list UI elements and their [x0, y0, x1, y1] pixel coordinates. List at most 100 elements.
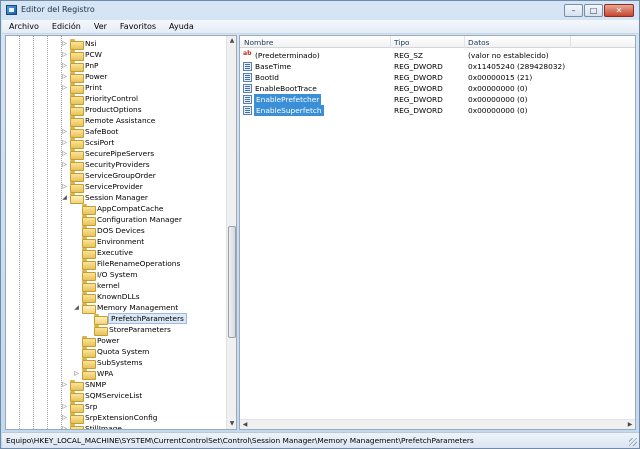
tree-item-label: kernel: [97, 281, 120, 290]
tree-item[interactable]: Configuration Manager: [6, 214, 226, 226]
folder-icon: [70, 402, 84, 413]
folder-icon: [70, 116, 84, 127]
tree-item[interactable]: ▷ Nsi: [6, 38, 226, 50]
minimize-button[interactable]: –: [564, 4, 583, 17]
tree-item[interactable]: Remote Assistance: [6, 115, 226, 127]
tree-vertical-scrollbar[interactable]: ▲ ▼: [226, 36, 236, 429]
value-row[interactable]: EnableSuperfetch REG_DWORD 0x00000000 (0): [240, 105, 635, 116]
menu-ayuda[interactable]: Ayuda: [162, 20, 200, 33]
tree-item[interactable]: PriorityControl: [6, 93, 226, 105]
tree-scroll-thumb[interactable]: [228, 226, 236, 338]
value-data: 0x00000000 (0): [468, 106, 528, 115]
expand-arrow-icon[interactable]: ▷: [61, 84, 68, 91]
tree-item[interactable]: I/O System: [6, 269, 226, 281]
column-header-data[interactable]: Datos: [468, 38, 490, 47]
value-row[interactable]: ab (Predeterminado) REG_SZ (valor no establ…: [240, 50, 635, 61]
tree-item[interactable]: KnownDLLs: [6, 291, 226, 303]
value-row[interactable]: BaseTime REG_DWORD 0x11405240 (289428032): [240, 61, 635, 72]
registry-editor-icon: [6, 5, 17, 15]
tree-item[interactable]: ▷ Print: [6, 82, 226, 94]
close-button[interactable]: ✕: [604, 4, 634, 17]
expand-arrow-icon[interactable]: ▷: [61, 128, 68, 135]
menu-edicion[interactable]: Edición: [45, 20, 87, 33]
folder-icon: [70, 94, 84, 105]
menu-favoritos[interactable]: Favoritos: [113, 20, 162, 33]
expand-arrow-icon[interactable]: ▷: [61, 51, 68, 58]
value-row[interactable]: BootId REG_DWORD 0x00000015 (21): [240, 72, 635, 83]
value-row[interactable]: EnableBootTrace REG_DWORD 0x00000000 (0): [240, 83, 635, 94]
tree-item[interactable]: FileRenameOperations: [6, 258, 226, 270]
expand-arrow-icon[interactable]: ▷: [61, 150, 68, 157]
expand-arrow-icon[interactable]: ▷: [61, 425, 68, 429]
tree-item[interactable]: AppCompatCache: [6, 203, 226, 215]
tree-item[interactable]: ◢ Memory Management: [6, 302, 226, 314]
values-list-header: Nombre Tipo Datos: [240, 36, 635, 48]
expand-arrow-icon[interactable]: ▷: [73, 370, 80, 377]
column-divider[interactable]: [390, 36, 391, 48]
expand-arrow-icon[interactable]: ▷: [61, 183, 68, 190]
expand-arrow-icon[interactable]: ▷: [61, 40, 68, 47]
tree-item[interactable]: Environment: [6, 236, 226, 248]
tree-item[interactable]: Executive: [6, 247, 226, 259]
tree-item[interactable]: ▷ SecurePipeServers: [6, 148, 226, 160]
expand-arrow-icon: [61, 392, 68, 399]
column-divider[interactable]: [464, 36, 465, 48]
tree-item[interactable]: ▷ SafeBoot: [6, 126, 226, 138]
tree-item[interactable]: kernel: [6, 280, 226, 292]
folder-icon: [70, 105, 84, 116]
tree-item[interactable]: ▷ StillImage: [6, 423, 226, 429]
values-list-pane[interactable]: Nombre Tipo Datos ab (Predeterminado) REG_…: [239, 35, 636, 430]
tree-item[interactable]: ▷ WPA: [6, 368, 226, 380]
tree-item[interactable]: ▷ SecurityProviders: [6, 159, 226, 171]
tree-item[interactable]: ServiceGroupOrder: [6, 170, 226, 182]
collapse-arrow-icon[interactable]: ◢: [61, 194, 68, 201]
tree-item[interactable]: ◢ Session Manager: [6, 192, 226, 204]
tree-item[interactable]: ProductOptions: [6, 104, 226, 116]
expand-arrow-icon[interactable]: ▷: [61, 381, 68, 388]
tree-item[interactable]: ▷ Srp: [6, 401, 226, 413]
values-horizontal-scrollbar[interactable]: ◀ ▶: [240, 419, 635, 429]
title-bar[interactable]: Editor del Registro – □ ✕: [1, 1, 639, 19]
expand-arrow-icon: [61, 117, 68, 124]
expand-arrow-icon[interactable]: ▷: [61, 403, 68, 410]
expand-arrow-icon[interactable]: ▷: [61, 414, 68, 421]
tree-item[interactable]: ▷ PnP: [6, 60, 226, 72]
folder-icon: [70, 391, 84, 402]
tree-item[interactable]: PrefetchParameters: [6, 313, 226, 325]
tree-item[interactable]: ▷ Power: [6, 71, 226, 83]
scroll-up-arrow-icon[interactable]: ▲: [227, 36, 236, 46]
tree-item[interactable]: ▷ ServiceProvider: [6, 181, 226, 193]
resize-grip-icon[interactable]: [629, 438, 637, 446]
tree-item[interactable]: ▷ SrpExtensionConfig: [6, 412, 226, 424]
tree-item[interactable]: SQMServiceList: [6, 390, 226, 402]
folder-icon: [82, 215, 96, 226]
tree-item[interactable]: SubSystems: [6, 357, 226, 369]
scroll-left-arrow-icon[interactable]: ◀: [240, 420, 250, 429]
expand-arrow-icon: [73, 238, 80, 245]
column-header-name[interactable]: Nombre: [244, 38, 273, 47]
tree-item[interactable]: Quota System: [6, 346, 226, 358]
tree-item[interactable]: Power: [6, 335, 226, 347]
expand-arrow-icon[interactable]: ▷: [61, 73, 68, 80]
expand-arrow-icon[interactable]: ▷: [61, 161, 68, 168]
tree-item[interactable]: StoreParameters: [6, 324, 226, 336]
column-header-type[interactable]: Tipo: [394, 38, 410, 47]
tree-item[interactable]: DOS Devices: [6, 225, 226, 237]
menu-archivo[interactable]: Archivo: [2, 20, 45, 33]
tree-item[interactable]: ▷ SNMP: [6, 379, 226, 391]
expand-arrow-icon[interactable]: ▷: [61, 139, 68, 146]
scroll-right-arrow-icon[interactable]: ▶: [625, 420, 635, 429]
column-divider[interactable]: [570, 36, 571, 48]
folder-icon: [82, 237, 96, 248]
menu-ver[interactable]: Ver: [87, 20, 113, 33]
scroll-down-arrow-icon[interactable]: ▼: [227, 419, 236, 429]
value-row[interactable]: EnablePrefetcher REG_DWORD 0x00000000 (0): [240, 94, 635, 105]
tree-item[interactable]: ▷ ScsiPort: [6, 137, 226, 149]
tree-item[interactable]: ▷ PCW: [6, 49, 226, 61]
folder-icon: [82, 259, 96, 270]
expand-arrow-icon[interactable]: ▷: [61, 62, 68, 69]
expand-arrow-icon: [85, 326, 92, 333]
key-tree-pane[interactable]: ▷ Nsi ▷ PCW ▷ PnP ▷ Power ▷ Print PriorityControl P…: [5, 35, 237, 430]
collapse-arrow-icon[interactable]: ◢: [73, 304, 80, 311]
maximize-button[interactable]: □: [584, 4, 603, 17]
